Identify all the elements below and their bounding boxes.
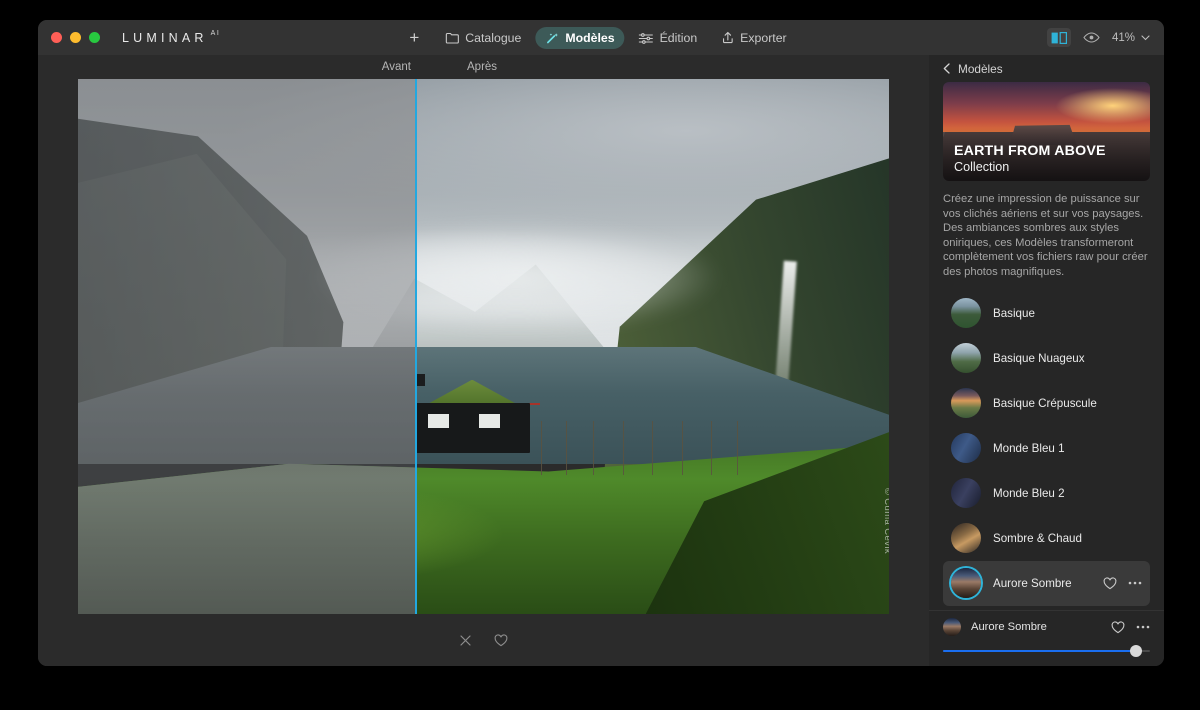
eye-icon[interactable] bbox=[1083, 32, 1100, 43]
after-label: Après bbox=[467, 61, 497, 73]
preset-item-aurore-sombre[interactable]: Aurore Sombre bbox=[943, 561, 1150, 606]
window-controls[interactable] bbox=[51, 32, 100, 43]
applied-preset-actions bbox=[1111, 621, 1150, 634]
collection-caption: EARTH FROM ABOVE Collection bbox=[954, 143, 1106, 174]
compare-labels: Avant Après bbox=[38, 55, 929, 79]
preset-item-basique-crepuscule[interactable]: Basique Crépuscule bbox=[943, 381, 1150, 426]
add-button[interactable]: + bbox=[405, 29, 431, 46]
brand-superscript: AI bbox=[211, 30, 221, 37]
preset-thumbnail bbox=[951, 523, 981, 553]
app-brand: LUMINAR AI bbox=[122, 31, 220, 45]
heart-icon[interactable] bbox=[1103, 577, 1117, 590]
slider-fill bbox=[943, 650, 1136, 652]
applied-preset-row: Aurore Sombre bbox=[943, 618, 1150, 636]
preset-thumbnail bbox=[951, 478, 981, 508]
main-body: Avant Après bbox=[38, 55, 1164, 666]
before-label: Avant bbox=[38, 61, 411, 73]
tab-exporter-label: Exporter bbox=[740, 31, 786, 45]
preset-thumbnail bbox=[951, 343, 981, 373]
more-options-icon[interactable] bbox=[1128, 581, 1142, 585]
more-options-icon[interactable] bbox=[1136, 625, 1150, 629]
magic-wand-icon bbox=[545, 31, 559, 45]
photo-compare-view[interactable]: © Cuma Cevik bbox=[78, 79, 889, 614]
house-window-right bbox=[479, 414, 500, 428]
chevron-left-icon[interactable] bbox=[943, 63, 950, 74]
reject-icon[interactable] bbox=[459, 634, 472, 647]
preset-thumbnail bbox=[951, 433, 981, 463]
applied-preset-thumbnail bbox=[943, 618, 961, 636]
preset-item-sombre-chaud[interactable]: Sombre & Chaud bbox=[943, 516, 1150, 561]
chevron-down-icon bbox=[1141, 35, 1150, 41]
preset-label: Monde Bleu 2 bbox=[993, 487, 1142, 500]
minimize-window-button[interactable] bbox=[70, 32, 81, 43]
tab-catalogue-label: Catalogue bbox=[465, 31, 521, 45]
preset-label: Basique bbox=[993, 307, 1142, 320]
fence bbox=[532, 421, 743, 475]
folder-icon bbox=[445, 32, 459, 44]
tab-modeles[interactable]: Modèles bbox=[535, 27, 624, 49]
before-after-split-handle[interactable] bbox=[415, 79, 417, 614]
heart-icon[interactable] bbox=[1111, 621, 1125, 634]
preset-thumbnail-selected bbox=[951, 568, 981, 598]
collection-description: Créez une impression de puissance sur vo… bbox=[943, 192, 1150, 280]
panel-content: EARTH FROM ABOVE Collection Créez une im… bbox=[929, 82, 1164, 610]
preset-label: Monde Bleu 1 bbox=[993, 442, 1142, 455]
brand-name: LUMINAR bbox=[122, 31, 208, 45]
panel-back-label: Modèles bbox=[958, 62, 1003, 76]
collection-card[interactable]: EARTH FROM ABOVE Collection bbox=[943, 82, 1150, 181]
maximize-window-button[interactable] bbox=[89, 32, 100, 43]
preset-label: Sombre & Chaud bbox=[993, 532, 1142, 545]
tab-exporter[interactable]: Exporter bbox=[711, 27, 796, 49]
tab-modeles-label: Modèles bbox=[565, 31, 614, 45]
panel-header[interactable]: Modèles bbox=[929, 55, 1164, 82]
turf-house bbox=[415, 403, 530, 454]
preset-label: Aurore Sombre bbox=[993, 577, 1103, 590]
tab-catalogue[interactable]: Catalogue bbox=[435, 27, 531, 49]
toolbar-right: 41% bbox=[1047, 20, 1150, 55]
collection-subtitle: Collection bbox=[954, 160, 1106, 174]
preset-list: Basique Basique Nuageux Basique Crépuscu… bbox=[943, 291, 1150, 606]
close-window-button[interactable] bbox=[51, 32, 62, 43]
preset-item-basique-nuageux[interactable]: Basique Nuageux bbox=[943, 336, 1150, 381]
before-image bbox=[78, 79, 415, 614]
preset-item-monde-bleu-2[interactable]: Monde Bleu 2 bbox=[943, 471, 1150, 516]
app-window: LUMINAR AI + Catalogue Modèles bbox=[38, 20, 1164, 666]
split-view-icon[interactable] bbox=[1047, 28, 1071, 47]
preset-label: Basique Crépuscule bbox=[993, 397, 1142, 410]
favorite-icon[interactable] bbox=[494, 634, 508, 647]
slider-knob[interactable] bbox=[1130, 645, 1142, 657]
zoom-level-control[interactable]: 41% bbox=[1112, 32, 1150, 44]
image-canvas: Avant Après bbox=[38, 55, 929, 666]
photo-watermark: © Cuma Cevik bbox=[882, 488, 889, 554]
canvas-tools bbox=[38, 614, 929, 666]
toolbar-center: + Catalogue Modèles Édition bbox=[405, 20, 796, 55]
share-icon bbox=[721, 31, 734, 44]
applied-preset-label: Aurore Sombre bbox=[971, 621, 1111, 633]
tab-edition[interactable]: Édition bbox=[629, 27, 708, 49]
title-bar: LUMINAR AI + Catalogue Modèles bbox=[38, 20, 1164, 55]
preset-thumbnail bbox=[951, 388, 981, 418]
house-chimney bbox=[417, 374, 425, 386]
preset-item-basique[interactable]: Basique bbox=[943, 291, 1150, 336]
collection-title: EARTH FROM ABOVE bbox=[954, 143, 1106, 159]
preset-label: Basique Nuageux bbox=[993, 352, 1142, 365]
templates-panel: Modèles EARTH FROM ABOVE Collection Crée… bbox=[929, 55, 1164, 666]
preset-amount-slider[interactable] bbox=[943, 645, 1150, 657]
preset-thumbnail bbox=[951, 298, 981, 328]
applied-preset-footer: Aurore Sombre bbox=[929, 610, 1164, 666]
zoom-level-label: 41% bbox=[1112, 32, 1135, 44]
sliders-icon bbox=[639, 32, 654, 44]
house-window-left bbox=[428, 414, 449, 428]
tab-edition-label: Édition bbox=[660, 31, 698, 45]
preset-actions bbox=[1103, 577, 1142, 590]
preset-item-monde-bleu-1[interactable]: Monde Bleu 1 bbox=[943, 426, 1150, 471]
